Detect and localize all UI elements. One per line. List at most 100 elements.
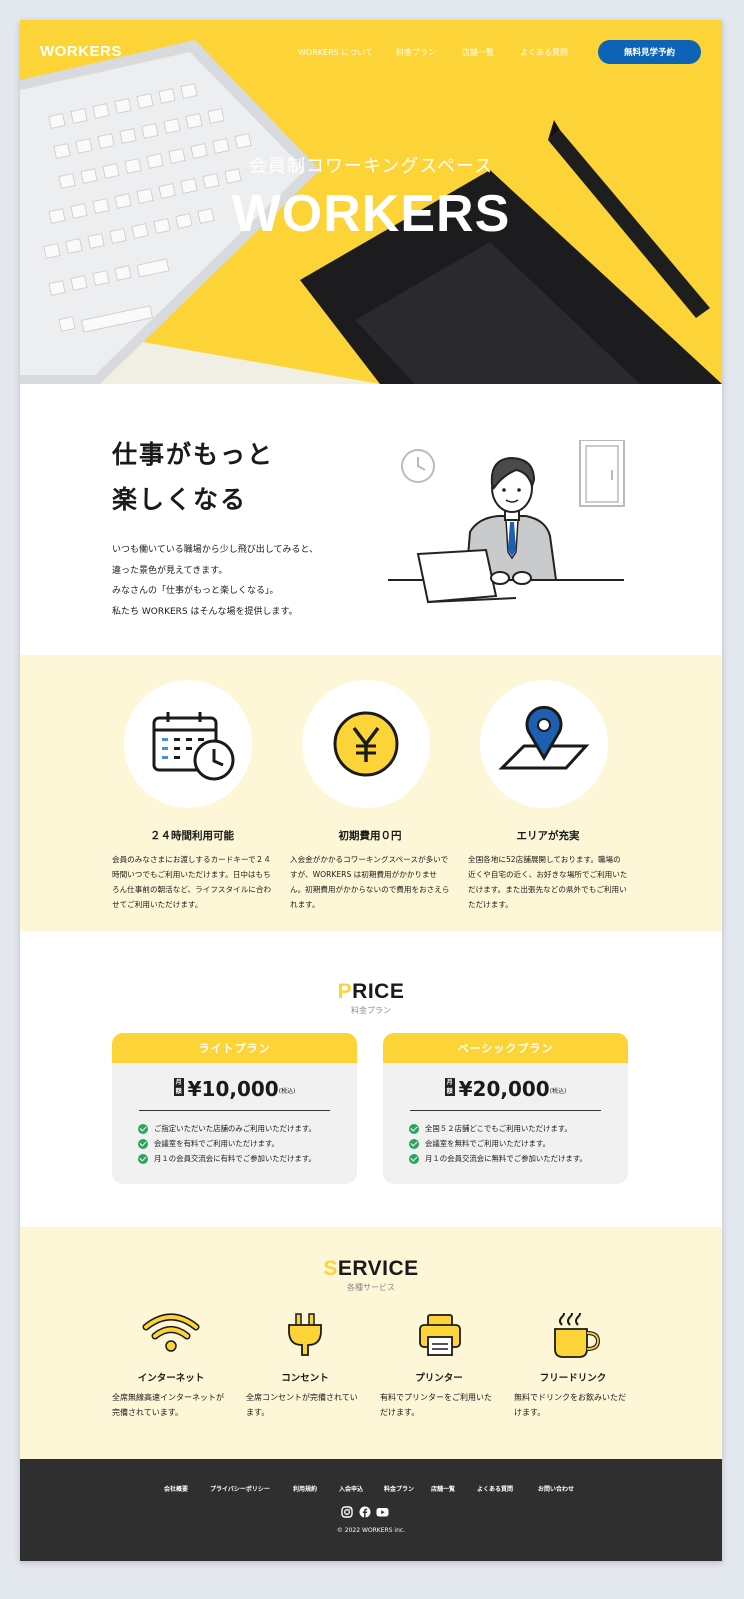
- plan-divider: [139, 1110, 330, 1111]
- service-title-first-letter: S: [323, 1257, 338, 1280]
- nav-link-about[interactable]: WORKERS について: [298, 47, 373, 58]
- plan-price-tag: 月額: [173, 1078, 184, 1096]
- plan-feature-text: 全国５２店舗どこでもご利用いただけます。: [425, 1124, 572, 1133]
- footer-link-terms[interactable]: 利用規約: [293, 1484, 317, 1493]
- nav-link-shops[interactable]: 店舗一覧: [462, 47, 494, 58]
- service-title: コンセント: [281, 1373, 329, 1384]
- intro-text: いつも働いている職場から少し飛び出してみると、 違った景色が見えてきます。 みな…: [112, 540, 318, 622]
- check-icon: [138, 1123, 148, 1134]
- plan-amount: ¥10,000: [187, 1077, 279, 1101]
- coffee-icon: [554, 1313, 600, 1358]
- copyright: © 2022 WORKERS inc.: [336, 1527, 406, 1534]
- footer-link-shops[interactable]: 店舗一覧: [431, 1484, 455, 1493]
- feature-text: 会員のみなさまにお渡しするカードキーで２４時間いつでもご利用いただけます。日中は…: [112, 855, 272, 909]
- feature-icon-circle: [302, 680, 430, 808]
- page: WORKERS WORKERS について 料金プラン 店舗一覧 よくある質問 無…: [20, 20, 722, 1561]
- youtube-icon[interactable]: [376, 1506, 389, 1518]
- site-logo[interactable]: WORKERS: [40, 43, 122, 60]
- printer-icon: [419, 1314, 461, 1356]
- intro-title-line: 楽しくなる: [112, 485, 248, 514]
- instagram-icon[interactable]: [341, 1506, 353, 1518]
- feature-icon-circle: [124, 680, 252, 808]
- plan-price: 月額 ¥10,000(税込): [112, 1077, 357, 1101]
- intro-title: 仕事がもっと 楽しくなる: [112, 432, 274, 522]
- plan-name: ベーシックプラン: [383, 1033, 628, 1063]
- plan-feature-list: 全国５２店舗どこでもご利用いただけます。 会議室を無料でご利用いただけます。 月…: [409, 1121, 587, 1166]
- plug-icon: [288, 1313, 322, 1356]
- check-icon: [409, 1138, 419, 1149]
- intro-text-line: みなさんの「仕事がもっと楽しくなる」。: [112, 586, 279, 596]
- nav-link-faq[interactable]: よくある質問: [520, 47, 568, 58]
- plan-divider: [410, 1110, 601, 1111]
- wifi-icon: [142, 1313, 200, 1352]
- plan-feature-list: ご指定いただいた店舗のみご利用いただけます。 会議室を有料でご利用いただけます。…: [138, 1121, 316, 1166]
- check-icon: [409, 1153, 419, 1164]
- yen-coin-icon: [333, 711, 399, 777]
- service-heading: SERVICE 各種サービス: [20, 1257, 722, 1293]
- footer-link-faq[interactable]: よくある質問: [477, 1484, 513, 1493]
- service-title-rest: ERVICE: [337, 1257, 419, 1280]
- price-subtitle: 料金プラン: [351, 1006, 391, 1015]
- plan-tax: (税込): [549, 1088, 567, 1095]
- service-title: SERVICE: [20, 1257, 722, 1281]
- price-title-rest: RICE: [352, 980, 405, 1003]
- service-text: 有料でプリンターをご利用いただけます。: [380, 1393, 492, 1417]
- price-heading: PRICE 料金プラン: [20, 980, 722, 1016]
- plan-feature: 全国５２店舗どこでもご利用いただけます。: [409, 1121, 587, 1136]
- plan-feature-text: 月１の会員交流会に有料でご参加いただけます。: [154, 1154, 316, 1163]
- plan-tax: (税込): [278, 1088, 296, 1095]
- calendar-clock-icon: [152, 712, 235, 781]
- plan-card-basic: ベーシックプラン 月額 ¥20,000(税込) 全国５２店舗どこでもご利用いただけ…: [383, 1033, 628, 1184]
- features-section: ２４時間利用可能 会員のみなさまにお渡しするカードキーで２４時間いつでもご利用い…: [20, 655, 722, 931]
- plan-feature-text: 月１の会員交流会に無料でご参加いただけます。: [425, 1154, 587, 1163]
- plan-feature-text: 会議室を有料でご利用いただけます。: [154, 1139, 279, 1148]
- feature-title: エリアが充実: [516, 830, 580, 842]
- intro-text-line: 違った景色が見えてきます。: [112, 565, 228, 576]
- check-icon: [138, 1138, 148, 1149]
- plan-name: ライトプラン: [112, 1033, 357, 1063]
- footer-link-price[interactable]: 料金プラン: [384, 1484, 414, 1493]
- feature-text: 入会金がかかるコワーキングスペースが多いですが、WORKERS は初期費用がかか…: [290, 855, 450, 909]
- service-title: インターネット: [137, 1373, 205, 1384]
- footer-link-company[interactable]: 会社概要: [164, 1484, 188, 1493]
- plan-feature-text: 会議室を無料でご利用いただけます。: [425, 1139, 550, 1148]
- plan-card-light: ライトプラン 月額 ¥10,000(税込) ご指定いただいた店舗のみご利用いただけ…: [112, 1033, 357, 1184]
- hero-title: WORKERS: [231, 185, 511, 243]
- check-icon: [138, 1153, 148, 1164]
- service-text: 全席無線高速インターネットが完備されています。: [112, 1393, 224, 1417]
- plan-feature: 会議室を有料でご利用いただけます。: [138, 1136, 316, 1151]
- plan-price: 月額 ¥20,000(税込): [383, 1077, 628, 1101]
- feature-icon-circle: [480, 680, 608, 808]
- plan-feature: 月１の会員交流会に無料でご参加いただけます。: [409, 1151, 587, 1166]
- hero: WORKERS WORKERS について 料金プラン 店舗一覧 よくある質問 無…: [20, 20, 722, 384]
- nav-link-price[interactable]: 料金プラン: [396, 47, 436, 58]
- plan-price-tag: 月額: [444, 1078, 455, 1096]
- footer-link-apply[interactable]: 入会申込: [339, 1484, 363, 1493]
- top-nav: WORKERS WORKERS について 料金プラン 店舗一覧 よくある質問 無…: [20, 40, 722, 66]
- worker-illustration: [388, 440, 625, 604]
- plan-feature: 月１の会員交流会に有料でご参加いただけます。: [138, 1151, 316, 1166]
- footer-link-privacy[interactable]: プライバシーポリシー: [210, 1484, 270, 1493]
- price-title-first-letter: P: [337, 980, 353, 1003]
- map-pin-icon: [498, 705, 590, 770]
- plan-feature: ご指定いただいた店舗のみご利用いただけます。: [138, 1121, 316, 1136]
- feature-title: 初期費用０円: [338, 830, 402, 842]
- plan-amount: ¥20,000: [458, 1077, 550, 1101]
- plan-feature: 会議室を無料でご利用いただけます。: [409, 1136, 587, 1151]
- check-icon: [409, 1123, 419, 1134]
- service-subtitle: 各種サービス: [347, 1283, 395, 1292]
- price-title: PRICE: [20, 980, 722, 1004]
- service-text: 無料でドリンクをお飲みいただけます。: [514, 1393, 626, 1417]
- service-text: 全席コンセントが完備されています。: [246, 1393, 358, 1417]
- plan-feature-text: ご指定いただいた店舗のみご利用いただけます。: [154, 1124, 316, 1133]
- intro-text-line: いつも働いている職場から少し飛び出してみると、: [112, 545, 319, 555]
- footer-link-contact[interactable]: お問い合わせ: [538, 1484, 574, 1493]
- intro-text-line: 私たち WORKERS はそんな場を提供します。: [112, 606, 298, 617]
- service-title: プリンター: [415, 1373, 463, 1384]
- feature-text: 全国各地に52店舗展開しております。職場の近くや自宅の近く、お好きな場所でご利用…: [468, 855, 628, 909]
- service-section: SERVICE 各種サービス インターネット 全席無線高速インターネットが完備さ…: [20, 1227, 722, 1459]
- facebook-icon[interactable]: [359, 1506, 371, 1518]
- visit-reservation-button[interactable]: 無料見学予約: [598, 40, 701, 64]
- hero-subtitle: 会員制コワーキングスペース: [248, 156, 494, 177]
- footer: 会社概要 プライバシーポリシー 利用規約 入会申込 料金プラン 店舗一覧 よくあ…: [20, 1459, 722, 1561]
